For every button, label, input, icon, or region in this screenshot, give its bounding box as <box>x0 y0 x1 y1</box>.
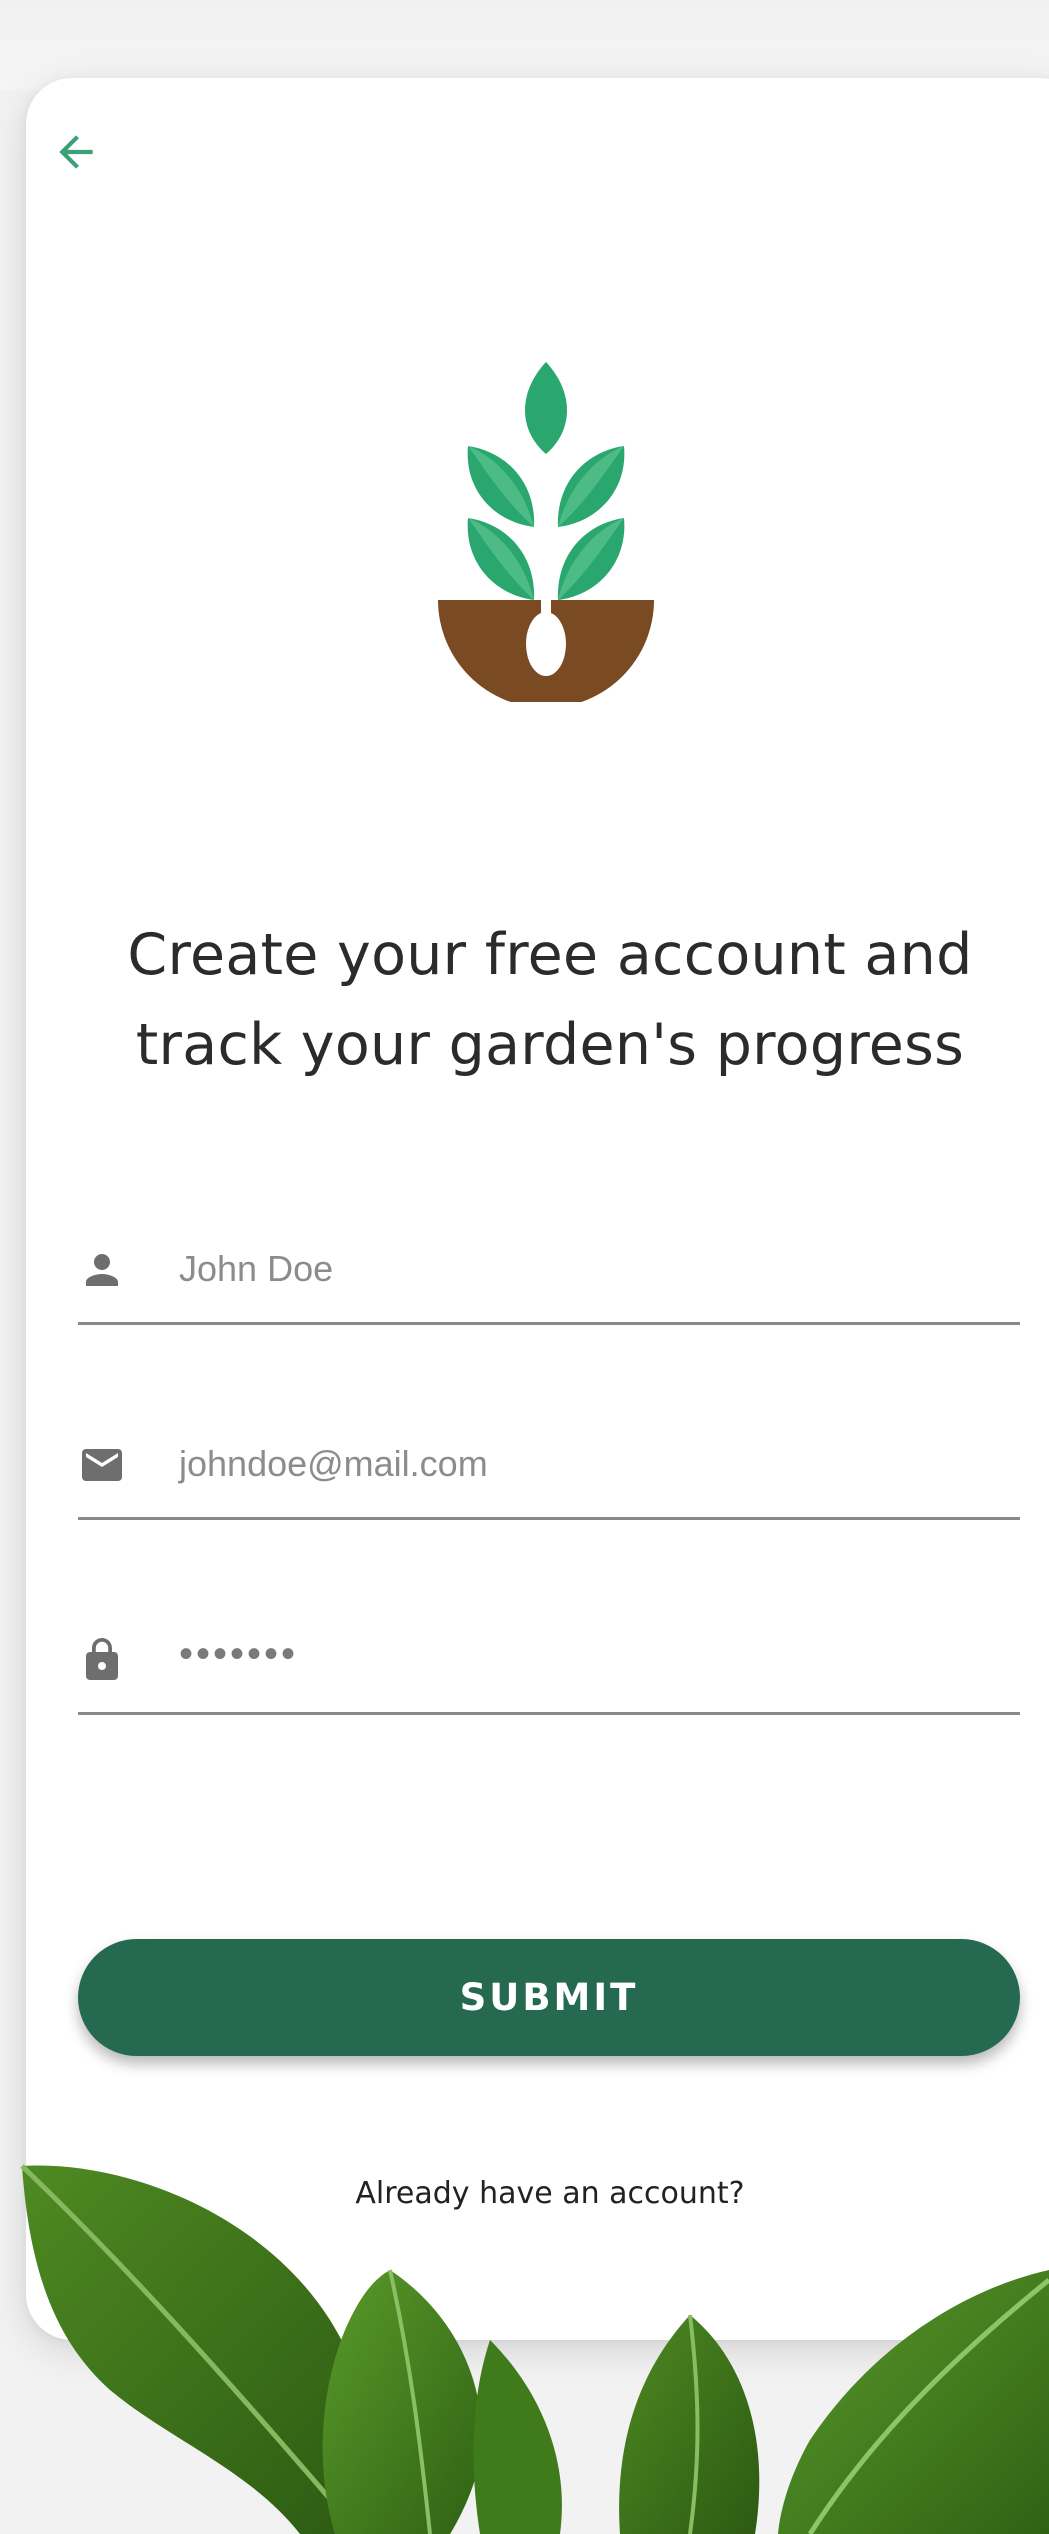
mail-icon <box>82 1449 122 1481</box>
submit-button[interactable]: SUBMIT <box>78 1939 1020 2056</box>
page-title: Create your free account and track your … <box>60 910 1040 1090</box>
lock-icon <box>86 1638 118 1680</box>
leaves-decoration <box>20 2164 1049 2534</box>
page-background <box>0 0 1049 90</box>
arrow-left-icon <box>59 135 93 169</box>
name-value: John Doe <box>179 1248 334 1289</box>
email-value: johndoe@mail.com <box>179 1443 488 1484</box>
title-line-2: track your garden's progress <box>135 1012 965 1078</box>
title-line-1: Create your free account and <box>127 922 973 988</box>
password-value: ••••••• <box>179 1632 299 1676</box>
back-button[interactable] <box>48 124 104 180</box>
email-field[interactable]: johndoe@mail.com <box>78 1417 1020 1520</box>
sprout-logo <box>438 362 654 702</box>
password-field[interactable]: ••••••• <box>78 1612 1020 1715</box>
person-icon <box>86 1254 118 1286</box>
name-field[interactable]: John Doe <box>78 1222 1020 1325</box>
